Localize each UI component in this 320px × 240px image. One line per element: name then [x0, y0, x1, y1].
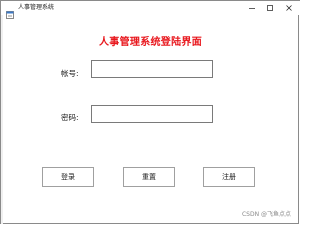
- register-button[interactable]: 注册: [203, 167, 255, 187]
- watermark-text: CSDN @飞鱼点点: [241, 211, 291, 218]
- account-input[interactable]: [91, 60, 213, 78]
- maximize-button[interactable]: [261, 1, 279, 15]
- password-input[interactable]: [91, 105, 213, 123]
- minimize-button[interactable]: [243, 1, 261, 15]
- reset-button[interactable]: 重置: [123, 167, 175, 187]
- account-label: 帐号:: [61, 69, 79, 78]
- maximize-icon: [267, 5, 273, 11]
- title-bar[interactable]: 人事管理系统: [1, 0, 300, 19]
- window-title: 人事管理系统: [18, 4, 55, 11]
- close-icon: [286, 5, 292, 11]
- login-window: 人事管理系统 人事管理系统登陆界面 帐号: 密码: 登录 重置 注册 CSDN …: [0, 0, 300, 224]
- close-button[interactable]: [280, 1, 298, 15]
- login-heading: 人事管理系统登陆界面: [99, 37, 202, 48]
- password-label: 密码:: [61, 113, 79, 122]
- login-button[interactable]: 登录: [42, 167, 94, 187]
- minimize-icon: [249, 8, 255, 9]
- app-window-icon: [6, 4, 14, 19]
